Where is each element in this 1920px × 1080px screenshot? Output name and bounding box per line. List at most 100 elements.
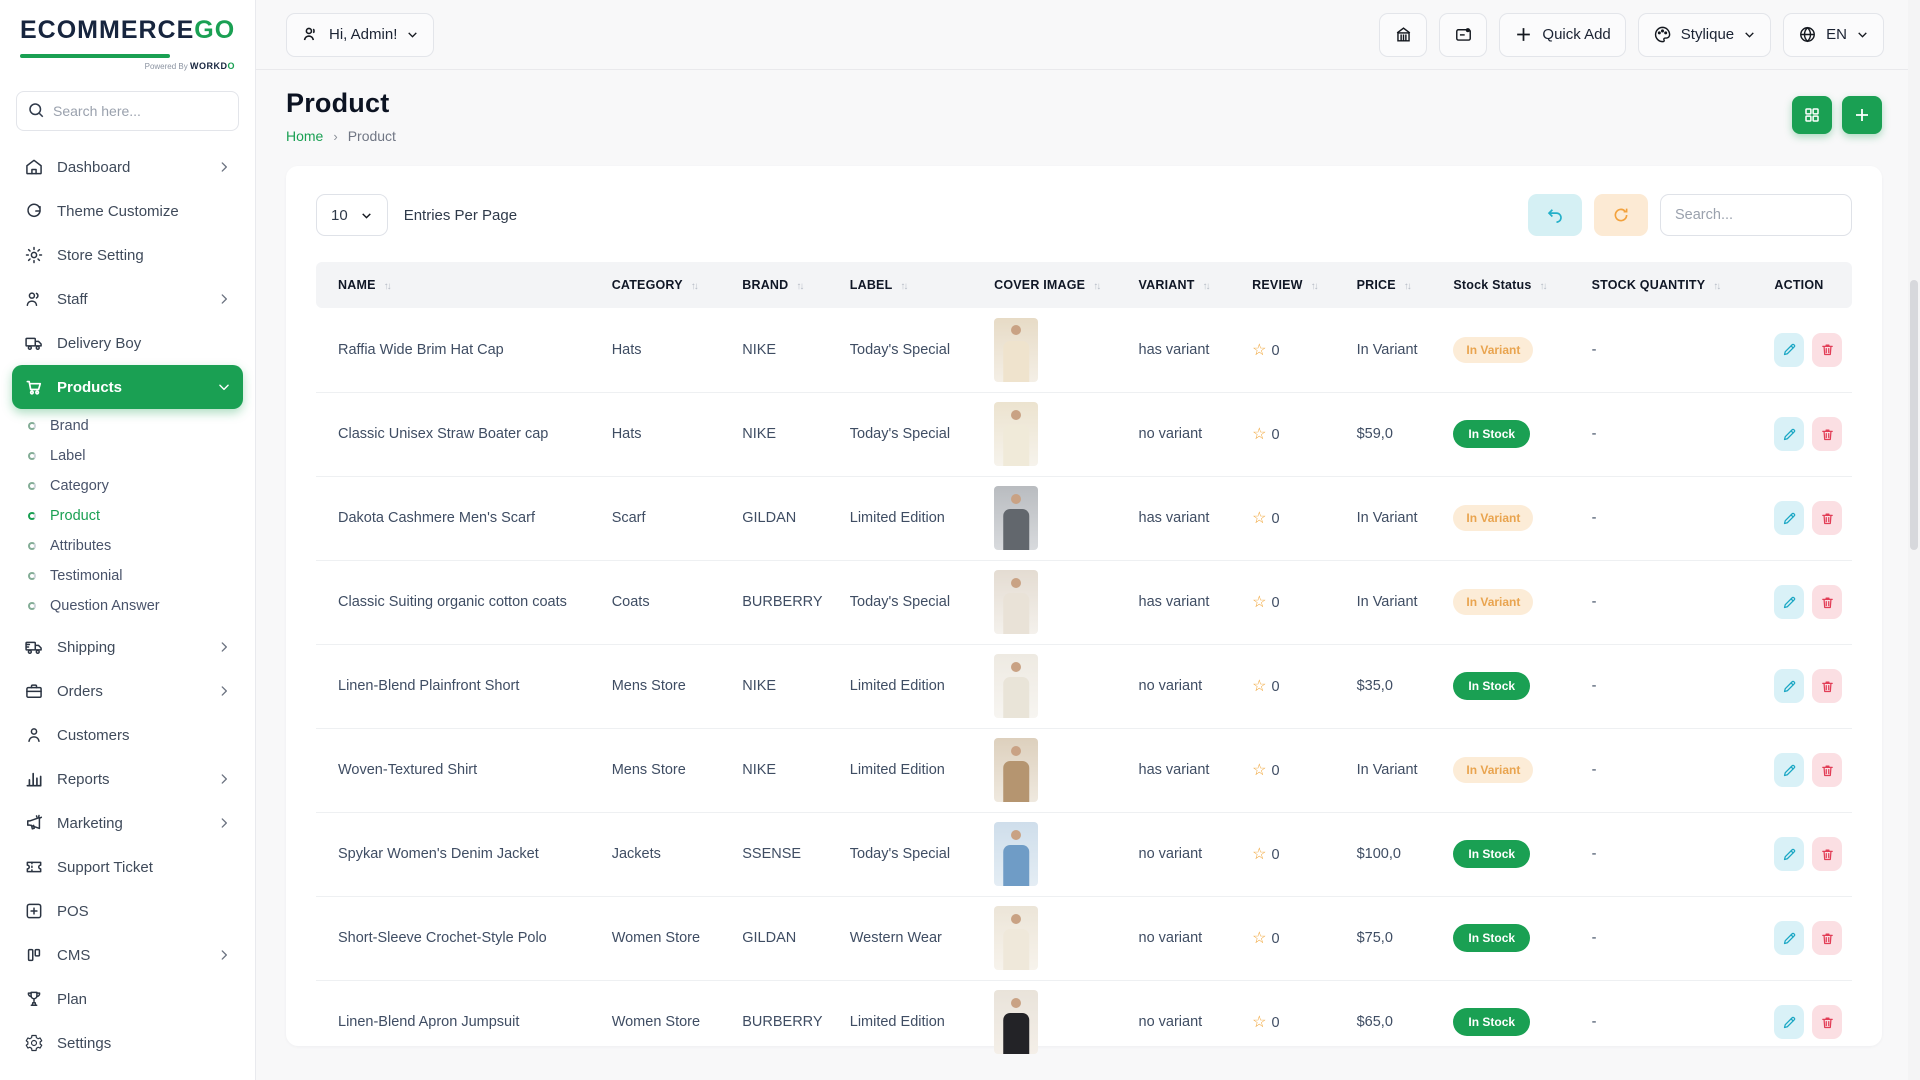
breadcrumb: Home › Product <box>286 128 396 144</box>
sidebar-item-marketing[interactable]: Marketing <box>12 801 243 845</box>
notifications-button[interactable] <box>1439 13 1487 57</box>
cell-cover-image <box>984 560 1128 644</box>
sidebar-subitem-brand[interactable]: Brand <box>18 411 243 441</box>
delete-button[interactable] <box>1812 501 1842 535</box>
cell-price: In Variant <box>1347 308 1444 392</box>
sidebar-item-orders[interactable]: Orders <box>12 669 243 713</box>
sidebar-item-cms[interactable]: CMS <box>12 933 243 977</box>
storefront-button[interactable] <box>1379 13 1427 57</box>
cell-stock-quantity: - <box>1582 392 1765 476</box>
column-header-review[interactable]: REVIEW↑↓ <box>1242 262 1346 308</box>
sidebar-item-pos[interactable]: POS <box>12 889 243 933</box>
breadcrumb-home-link[interactable]: Home <box>286 128 323 144</box>
column-header-category[interactable]: CATEGORY↑↓ <box>602 262 733 308</box>
refresh-button[interactable] <box>1594 194 1648 236</box>
edit-button[interactable] <box>1774 1005 1804 1039</box>
undo-button[interactable] <box>1528 194 1582 236</box>
sidebar-item-plan[interactable]: Plan <box>12 977 243 1021</box>
sidebar-subitem-label[interactable]: Label <box>18 441 243 471</box>
sidebar-item-shipping[interactable]: Shipping <box>12 625 243 669</box>
edit-button[interactable] <box>1774 501 1804 535</box>
add-product-button[interactable] <box>1842 96 1882 134</box>
scrollbar-thumb[interactable] <box>1910 280 1918 550</box>
delete-button[interactable] <box>1812 837 1842 871</box>
user-menu-button[interactable]: Hi, Admin! <box>286 13 434 57</box>
column-header-stock-quantity[interactable]: STOCK QUANTITY↑↓ <box>1582 262 1765 308</box>
delete-button[interactable] <box>1812 921 1842 955</box>
product-cover-image[interactable] <box>994 570 1038 634</box>
edit-button[interactable] <box>1774 669 1804 703</box>
sidebar-subitem-attributes[interactable]: Attributes <box>18 531 243 561</box>
product-cover-image[interactable] <box>994 402 1038 466</box>
page-content: Product Home › Product <box>256 70 1920 1080</box>
product-cover-image[interactable] <box>994 318 1038 382</box>
sort-icon: ↑↓ <box>1713 281 1719 292</box>
table-row: Short-Sleeve Crochet-Style PoloWomen Sto… <box>316 896 1852 980</box>
stock-status-badge: In Stock <box>1453 1008 1530 1036</box>
sidebar-item-store-setting[interactable]: Store Setting <box>12 233 243 277</box>
sidebar-item-delivery-boy[interactable]: Delivery Boy <box>12 321 243 365</box>
edit-button[interactable] <box>1774 837 1804 871</box>
edit-button[interactable] <box>1774 333 1804 367</box>
product-cover-image[interactable] <box>994 738 1038 802</box>
column-header-variant[interactable]: VARIANT↑↓ <box>1129 262 1243 308</box>
product-cover-image[interactable] <box>994 906 1038 970</box>
column-header-name[interactable]: NAME↑↓ <box>316 262 602 308</box>
edit-button[interactable] <box>1774 417 1804 451</box>
edit-button[interactable] <box>1774 921 1804 955</box>
sidebar-item-label: Support Ticket <box>57 859 231 876</box>
page-scrollbar[interactable] <box>1908 0 1920 1080</box>
sidebar-item-dashboard[interactable]: Dashboard <box>12 145 243 189</box>
delete-button[interactable] <box>1812 1005 1842 1039</box>
sidebar-subitem-testimonial[interactable]: Testimonial <box>18 561 243 591</box>
sidebar-item-products[interactable]: Products <box>12 365 243 409</box>
cell-stock-status: In Stock <box>1443 392 1581 476</box>
edit-button[interactable] <box>1774 585 1804 619</box>
cell-cover-image <box>984 308 1128 392</box>
product-cover-image[interactable] <box>994 486 1038 550</box>
column-header-brand[interactable]: BRAND↑↓ <box>732 262 840 308</box>
sidebar-subitem-category[interactable]: Category <box>18 471 243 501</box>
sidebar-item-theme-customize[interactable]: Theme Customize <box>12 189 243 233</box>
edit-button[interactable] <box>1774 753 1804 787</box>
product-cover-image[interactable] <box>994 990 1038 1054</box>
quick-add-button[interactable]: Quick Add <box>1499 13 1625 57</box>
product-cover-image[interactable] <box>994 654 1038 718</box>
sidebar-item-reports[interactable]: Reports <box>12 757 243 801</box>
store-switcher-button[interactable]: Stylique <box>1638 13 1771 57</box>
language-button[interactable]: EN <box>1783 13 1884 57</box>
sidebar-subitem-question-answer[interactable]: Question Answer <box>18 591 243 621</box>
delete-button[interactable] <box>1812 585 1842 619</box>
sidebar-item-settings[interactable]: Settings <box>12 1021 243 1065</box>
cell-review: ☆0 <box>1242 644 1346 728</box>
sidebar-subitem-product[interactable]: Product <box>18 501 243 531</box>
sidebar-item-staff[interactable]: Staff <box>12 277 243 321</box>
column-header-stock-status[interactable]: Stock Status↑↓ <box>1443 262 1581 308</box>
entries-per-page-select[interactable]: 10 <box>316 194 388 236</box>
product-cover-image[interactable] <box>994 822 1038 886</box>
delete-button[interactable] <box>1812 753 1842 787</box>
column-header-cover-image[interactable]: COVER IMAGE↑↓ <box>984 262 1128 308</box>
theme-icon <box>24 201 44 221</box>
cell-review: ☆0 <box>1242 728 1346 812</box>
user-icon <box>301 25 320 44</box>
delete-button[interactable] <box>1812 669 1842 703</box>
column-header-label[interactable]: LABEL↑↓ <box>840 262 984 308</box>
column-header-price[interactable]: PRICE↑↓ <box>1347 262 1444 308</box>
orders-icon <box>24 681 44 701</box>
cell-label: Limited Edition <box>840 980 984 1064</box>
star-icon: ☆ <box>1252 762 1266 779</box>
sidebar-search-input[interactable] <box>16 91 239 131</box>
star-icon: ☆ <box>1252 930 1266 947</box>
cell-stock-quantity: - <box>1582 560 1765 644</box>
table-search-input[interactable] <box>1660 194 1852 236</box>
grid-view-button[interactable] <box>1792 96 1832 134</box>
star-icon: ☆ <box>1252 1014 1266 1031</box>
delete-button[interactable] <box>1812 417 1842 451</box>
chevron-down-icon <box>360 209 373 222</box>
app-logo[interactable]: ECOMMERCEGO Powered By WORKDO <box>0 0 255 77</box>
sidebar-item-customers[interactable]: Customers <box>12 713 243 757</box>
search-icon <box>27 101 45 119</box>
delete-button[interactable] <box>1812 333 1842 367</box>
sidebar-item-support-ticket[interactable]: Support Ticket <box>12 845 243 889</box>
